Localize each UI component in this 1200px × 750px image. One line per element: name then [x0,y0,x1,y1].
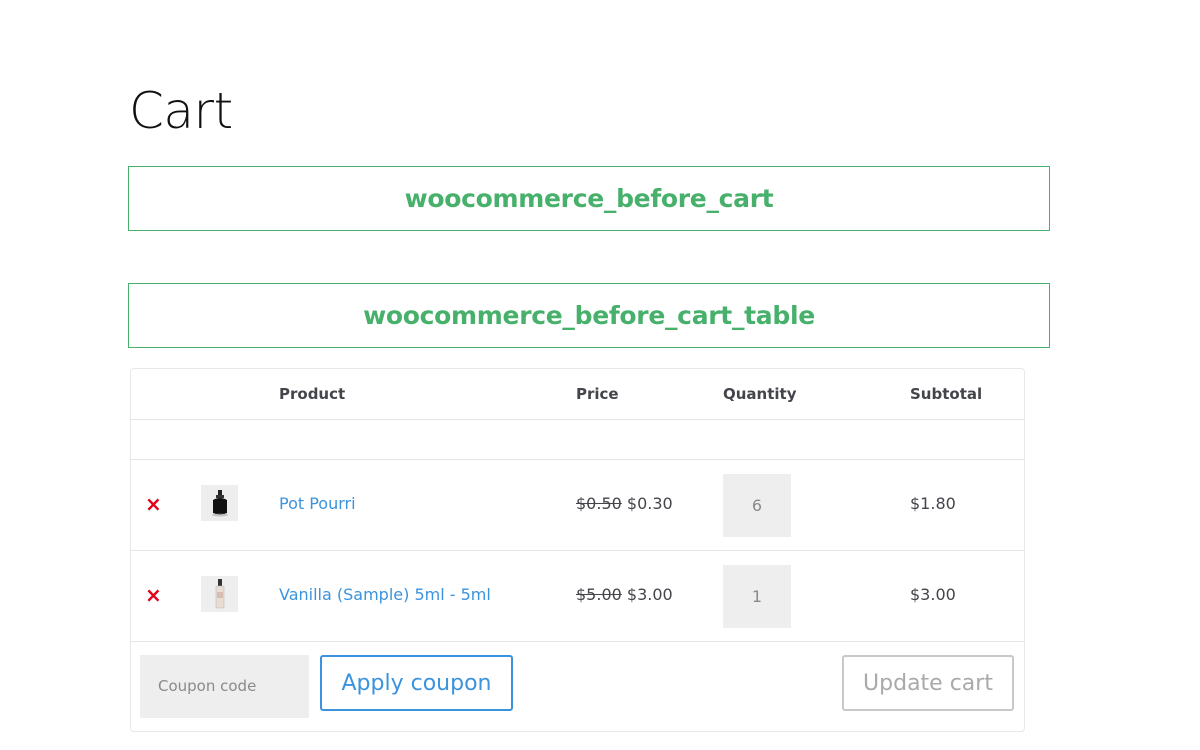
cart-item-row: × Vanilla (Sample) 5ml - 5ml $5.00 $3.00… [131,551,1024,642]
header-price: Price [576,385,619,403]
header-quantity: Quantity [723,385,797,403]
product-thumbnail[interactable] [201,485,238,521]
regular-price: $0.50 [576,494,622,513]
hook-before-cart-table: woocommerce_before_cart_table [128,283,1050,348]
product-name-link[interactable]: Pot Pourri [279,460,356,550]
apply-coupon-button[interactable]: Apply coupon [320,655,513,711]
page-title: Cart [129,82,233,140]
product-price: $0.50 $0.30 [576,460,673,550]
remove-item-icon[interactable]: × [145,583,162,607]
item-subtotal: $1.80 [910,494,956,513]
hook-before-cart-table-label: woocommerce_before_cart_table [363,301,815,330]
cart-table: Product Price Quantity Subtotal × Pot Po… [130,368,1025,732]
regular-price: $5.00 [576,585,622,604]
table-header: Product Price Quantity Subtotal [131,369,1024,420]
coupon-code-input[interactable]: Coupon code [140,655,309,718]
sample-vial-icon [215,579,224,609]
product-thumbnail[interactable] [201,576,238,612]
cart-item-row: × Pot Pourri $0.50 $0.30 6 $1.80 [131,460,1024,551]
hook-before-cart: woocommerce_before_cart [128,166,1050,231]
sale-price: $3.00 [626,585,673,604]
quantity-input[interactable]: 1 [723,565,791,628]
quantity-input[interactable]: 6 [723,474,791,537]
update-cart-button[interactable]: Update cart [842,655,1014,711]
product-name-link[interactable]: Vanilla (Sample) 5ml - 5ml [279,551,491,641]
header-product: Product [279,385,346,403]
sale-price: $0.30 [626,494,673,513]
remove-item-icon[interactable]: × [145,492,162,516]
header-subtotal: Subtotal [910,385,983,403]
cart-actions: Coupon code Apply coupon Update cart [131,642,1024,732]
hook-before-cart-label: woocommerce_before_cart [404,184,774,213]
item-subtotal: $3.00 [910,585,956,604]
perfume-bottle-icon [211,490,228,517]
product-price: $5.00 $3.00 [576,551,673,641]
empty-row [131,420,1024,460]
